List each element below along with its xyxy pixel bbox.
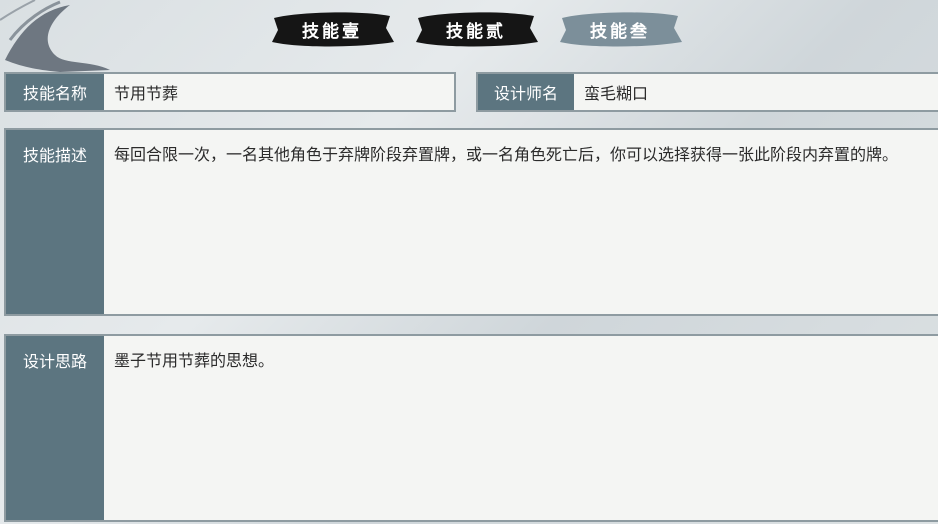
design-idea-field: 设计思路 墨子节用节葬的思想。 — [4, 334, 938, 522]
ink-swirl-decoration — [0, 0, 110, 72]
tab-skill-2[interactable]: 技能贰 — [412, 8, 540, 50]
skill-name-label: 技能名称 — [6, 74, 104, 110]
skill-name-field: 技能名称 节用节葬 — [4, 72, 456, 112]
tab-skill-3-label: 技能叁 — [590, 21, 650, 42]
skill-description-label: 技能描述 — [6, 130, 104, 314]
designer-label: 设计师名 — [478, 74, 574, 110]
skill-tab-bar: 技能壹 技能贰 技能叁 — [268, 8, 708, 52]
tab-skill-3[interactable]: 技能叁 — [556, 8, 684, 50]
skill-description-field: 技能描述 每回合限一次，一名其他角色于弃牌阶段弃置牌，或一名角色死亡后，你可以选… — [4, 128, 938, 316]
design-idea-label: 设计思路 — [6, 336, 104, 520]
tab-skill-1[interactable]: 技能壹 — [268, 8, 396, 50]
skill-description-input[interactable]: 每回合限一次，一名其他角色于弃牌阶段弃置牌，或一名角色死亡后，你可以选择获得一张… — [104, 130, 938, 314]
designer-field: 设计师名 蛮毛糊口 — [476, 72, 938, 112]
skill-name-input[interactable]: 节用节葬 — [104, 74, 454, 110]
tab-skill-2-label: 技能贰 — [446, 21, 506, 42]
design-idea-input[interactable]: 墨子节用节葬的思想。 — [104, 336, 938, 520]
designer-input[interactable]: 蛮毛糊口 — [574, 74, 938, 110]
tab-skill-1-label: 技能壹 — [302, 21, 362, 42]
